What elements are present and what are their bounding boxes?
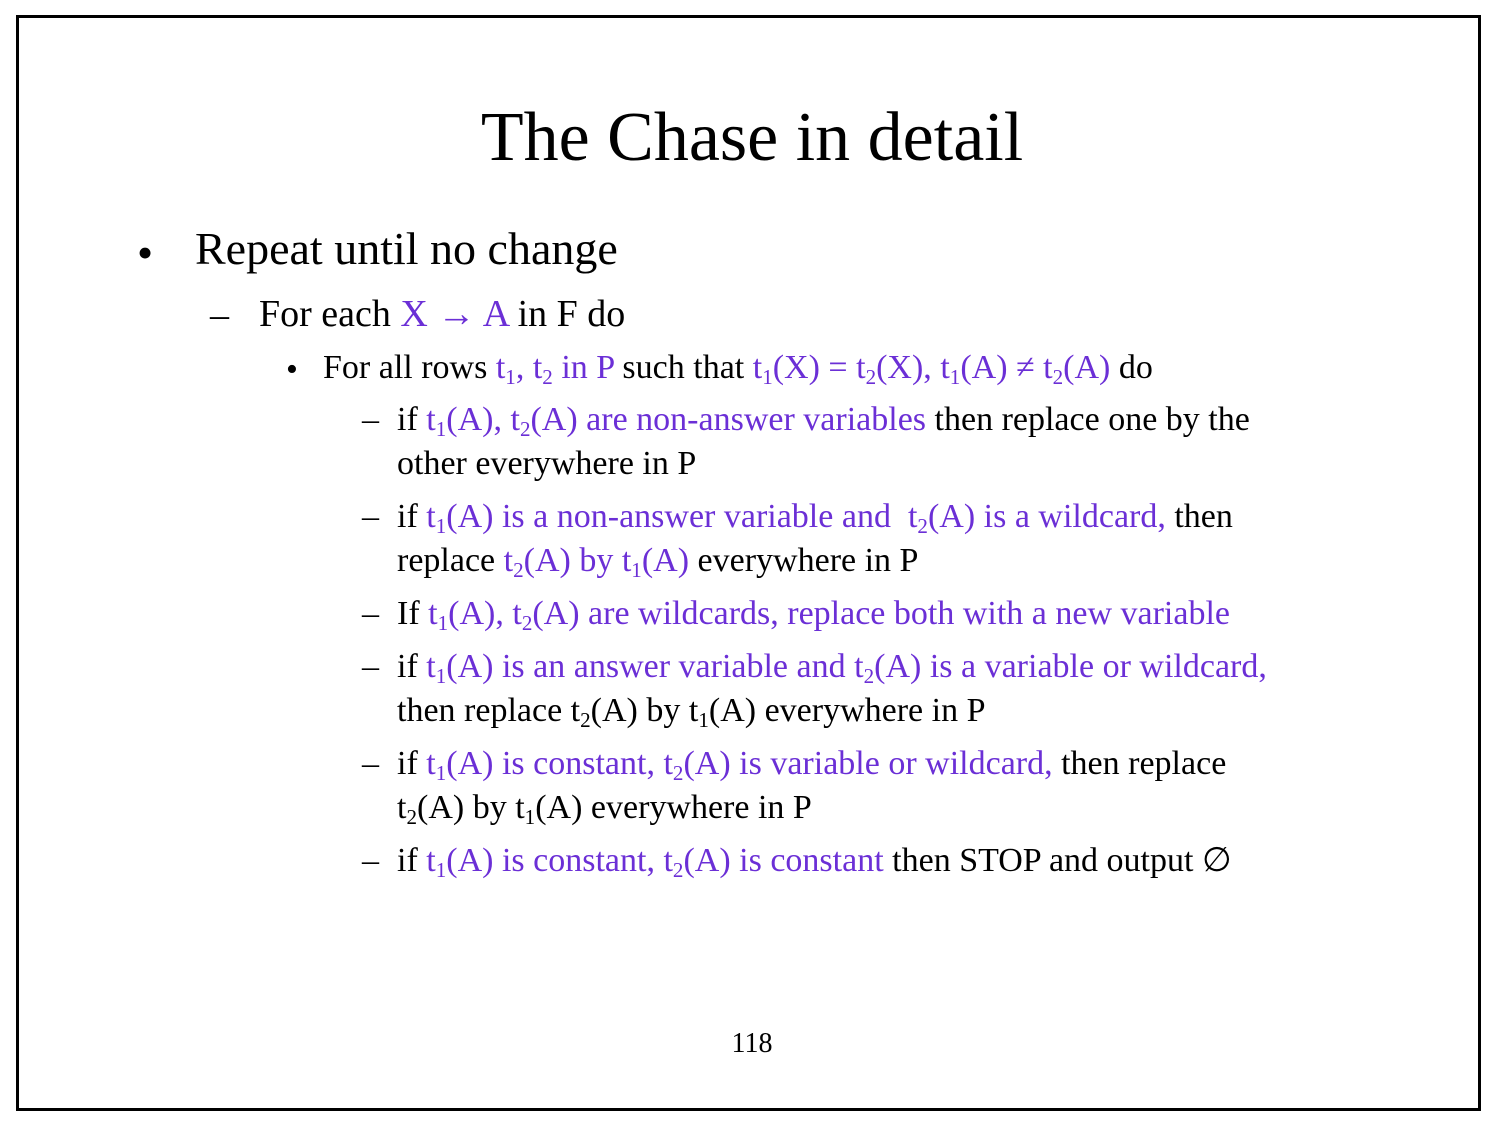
level2-suffix: in F do (517, 293, 626, 335)
level3-line: For all rows t1, t2 in P such that t1(X)… (323, 349, 1153, 389)
level1-text: Repeat until no change (195, 223, 618, 274)
dash-marker: – (362, 648, 379, 685)
dash-marker: – (362, 401, 379, 438)
functional-dependency: X → A (400, 293, 509, 335)
level2-line: For each X → A in F do (259, 292, 625, 336)
level2-prefix: For each (259, 293, 391, 335)
bullet-marker: • (137, 227, 154, 278)
slide-title: The Chase in detail (480, 99, 1024, 176)
dash-marker: – (362, 842, 379, 879)
rule-2-line-1: if t1(A) is a non-answer variable and t2… (397, 498, 1233, 538)
rule-1-line-2: other everywhere in P (397, 445, 697, 482)
dash-marker: – (362, 595, 379, 632)
dash-marker: – (362, 498, 379, 535)
rule-3-line-1: If t1(A), t2(A) are wildcards, replace b… (397, 595, 1230, 635)
rows-t1-t2: t1, t2 in P (495, 349, 614, 389)
bullet-marker: • (286, 351, 298, 388)
rule-6-line-1: if t1(A) is constant, t2(A) is constant … (397, 842, 1232, 882)
rule-4-line-2: then replace t2(A) by t1(A) everywhere i… (397, 692, 986, 732)
rule-2-line-2: replace t2(A) by t1(A) everywhere in P (397, 542, 919, 582)
dash-marker: – (362, 745, 379, 782)
rule-1-line-1: if t1(A), t2(A) are non-answer variables… (397, 401, 1250, 441)
rule-5-line-2: t2(A) by t1(A) everywhere in P (397, 789, 812, 829)
condition-formula: t1(X) = t2(X), t1(A) ≠ t2(A) (752, 349, 1111, 389)
rule-4-line-1: if t1(A) is an answer variable and t2(A)… (397, 648, 1267, 688)
page-number: 118 (731, 1028, 773, 1059)
rule-5-line-1: if t1(A) is constant, t2(A) is variable … (397, 745, 1227, 785)
dash-marker: – (210, 294, 229, 336)
